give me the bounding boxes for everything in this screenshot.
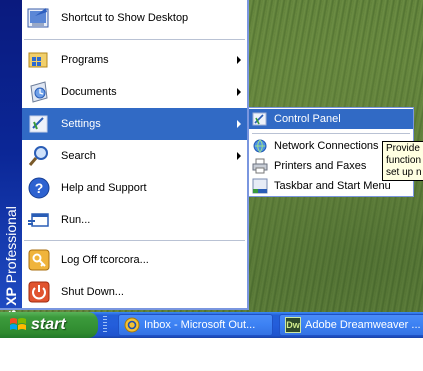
submenu-arrow-icon: [237, 152, 241, 160]
menu-item-label: Log Off tcorcora...: [61, 254, 149, 266]
tooltip-line: Provide: [386, 143, 420, 154]
menu-item-label: Programs: [61, 54, 109, 66]
show-desktop-icon: [26, 5, 52, 31]
menu-item-help[interactable]: ? Help and Support: [22, 172, 247, 204]
menu-item-shutdown[interactable]: Shut Down...: [22, 276, 247, 308]
menu-item-label: Shortcut to Show Desktop: [61, 12, 189, 24]
search-icon: [26, 143, 52, 169]
menu-item-programs[interactable]: Programs: [22, 44, 247, 76]
submenu-item-label: Network Connections: [274, 140, 379, 152]
menu-item-run[interactable]: Run...: [22, 204, 247, 236]
control-panel-icon: [251, 110, 269, 128]
menu-item-label: Help and Support: [61, 182, 147, 194]
submenu-arrow-icon: [237, 56, 241, 64]
start-menu-brand-bar: Windows XP Professional: [0, 0, 22, 371]
menu-item-label: Settings: [61, 118, 101, 130]
menu-item-label: Documents: [61, 86, 117, 98]
brand-edition: Professional: [3, 206, 19, 284]
submenu-item-label: Control Panel: [274, 113, 341, 125]
submenu-item-label: Taskbar and Start Menu: [274, 180, 391, 192]
logoff-icon: [26, 247, 52, 273]
svg-text:?: ?: [35, 180, 44, 196]
menu-item-search[interactable]: Search: [22, 140, 247, 172]
documents-icon: [26, 79, 52, 105]
menu-item-documents[interactable]: Documents: [22, 76, 247, 108]
start-button[interactable]: start: [0, 312, 98, 338]
control-panel-tooltip: Provide function set up n: [382, 141, 423, 181]
menu-item-label: Shut Down...: [61, 286, 124, 298]
printers-icon: [251, 157, 269, 175]
outlook-icon: [124, 317, 140, 333]
dreamweaver-icon: Dw: [285, 317, 301, 333]
taskbar-button-outlook[interactable]: Inbox - Microsoft Out...: [118, 314, 273, 336]
submenu-item-label: Printers and Faxes: [274, 160, 367, 172]
submenu-arrow-icon: [237, 88, 241, 96]
help-icon: ?: [26, 175, 52, 201]
tooltip-line: set up n: [386, 167, 422, 178]
taskbar-icon: [251, 177, 269, 195]
settings-icon: [26, 111, 52, 137]
menu-item-label: Search: [61, 150, 96, 162]
start-menu: Windows XP Professional Shortcut to Show…: [0, 0, 249, 371]
taskbar-grip[interactable]: [103, 316, 107, 334]
menu-separator: [24, 39, 245, 40]
windows-logo-icon: [9, 316, 27, 334]
dreamweaver-icon-text: Dw: [286, 320, 300, 330]
start-label: start: [31, 316, 66, 333]
taskbar-button-dreamweaver[interactable]: Dw Adobe Dreamweaver ...: [279, 314, 423, 336]
submenu-item-control-panel[interactable]: Control Panel: [249, 109, 413, 129]
shutdown-icon: [26, 279, 52, 305]
menu-item-label: Run...: [61, 214, 91, 226]
run-icon: [26, 207, 52, 233]
network-connections-icon: [251, 137, 269, 155]
submenu-arrow-icon: [237, 120, 241, 128]
menu-item-settings[interactable]: Settings: [22, 108, 247, 140]
tooltip-line: function: [386, 155, 422, 166]
taskbar-button-label: Adobe Dreamweaver ...: [305, 319, 421, 331]
menu-separator: [24, 240, 245, 241]
menu-item-show-desktop[interactable]: Shortcut to Show Desktop: [22, 2, 247, 34]
submenu-separator: [252, 133, 410, 134]
programs-icon: [26, 47, 52, 73]
taskbar-button-label: Inbox - Microsoft Out...: [144, 319, 256, 331]
taskbar: start Inbox - Microsoft Out... Dw Adobe …: [0, 312, 423, 338]
menu-item-logoff[interactable]: Log Off tcorcora...: [22, 244, 247, 276]
